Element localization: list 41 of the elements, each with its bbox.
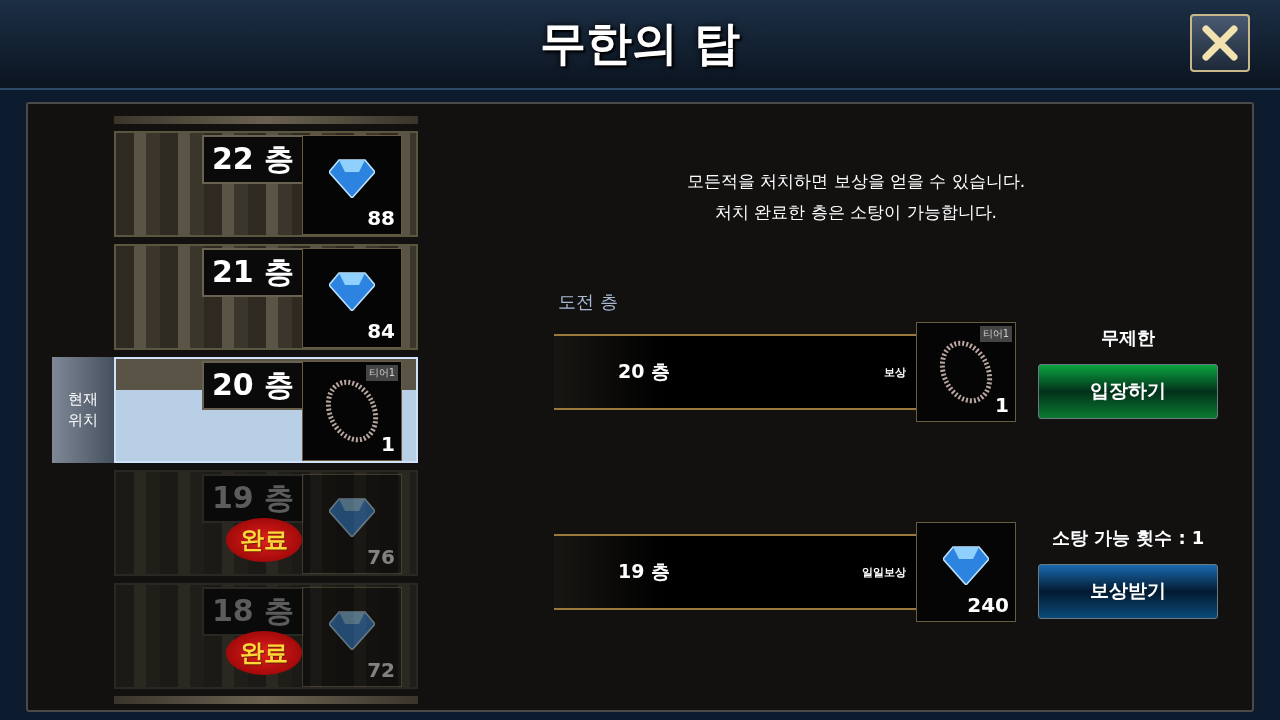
description-text: 처치 완료한 층은 소탕이 가능합니다. bbox=[715, 201, 997, 224]
current-position-tag: 현재 위치 bbox=[52, 357, 114, 463]
entry-note: 소탕 가능 횟수 : 1 bbox=[1051, 525, 1205, 550]
floor-label: 20 층 bbox=[202, 361, 305, 410]
section-heading: 도전 층 bbox=[557, 290, 619, 314]
floor-card[interactable]: 20 층 티어1 1 bbox=[114, 357, 418, 463]
reward-count: 1 bbox=[381, 432, 395, 456]
reward-label: 보상 bbox=[884, 364, 906, 380]
gem-icon bbox=[329, 497, 375, 537]
reward-count: 84 bbox=[367, 319, 395, 343]
claim-button[interactable]: 보상받기 bbox=[1038, 563, 1218, 619]
close-icon bbox=[1200, 23, 1240, 63]
floor-card[interactable]: 19 층 76 완료 bbox=[114, 470, 418, 576]
description-text: 모든적을 처치하면 보상을 얻을 수 있습니다. bbox=[686, 170, 1026, 193]
floor-label: 18 층 bbox=[202, 587, 305, 636]
floor-label: 20 층 bbox=[618, 359, 671, 384]
screen-title: 무한의 탑 bbox=[540, 15, 740, 72]
gem-icon bbox=[943, 545, 989, 585]
completed-badge: 완료 bbox=[226, 518, 302, 562]
floor-label: 19 층 bbox=[618, 559, 671, 584]
gem-icon bbox=[329, 610, 375, 650]
reward-count: 72 bbox=[367, 658, 395, 682]
floor-label: 21 층 bbox=[202, 248, 305, 297]
gem-icon bbox=[329, 158, 375, 198]
reward-count: 88 bbox=[367, 206, 395, 230]
floor-card[interactable]: 18 층 72 완료 bbox=[114, 583, 418, 689]
completed-badge: 완료 bbox=[226, 631, 302, 675]
entry-note: 무제한 bbox=[1101, 325, 1155, 350]
close-button[interactable] bbox=[1190, 14, 1250, 72]
reward-label: 일일보상 bbox=[862, 564, 906, 580]
floor-label: 22 층 bbox=[202, 135, 305, 184]
reward-count: 240 bbox=[967, 593, 1009, 617]
gem-icon bbox=[329, 271, 375, 311]
floor-card[interactable]: 22 층 88 bbox=[114, 131, 418, 237]
floor-card[interactable]: 21 층 84 bbox=[114, 244, 418, 350]
reward-count: 1 bbox=[995, 393, 1009, 417]
tier-badge: 티어1 bbox=[979, 326, 1012, 342]
reward-count: 76 bbox=[367, 545, 395, 569]
enter-button[interactable]: 입장하기 bbox=[1038, 363, 1218, 419]
tier-badge: 티어1 bbox=[365, 365, 398, 381]
floor-label: 19 층 bbox=[202, 474, 305, 523]
